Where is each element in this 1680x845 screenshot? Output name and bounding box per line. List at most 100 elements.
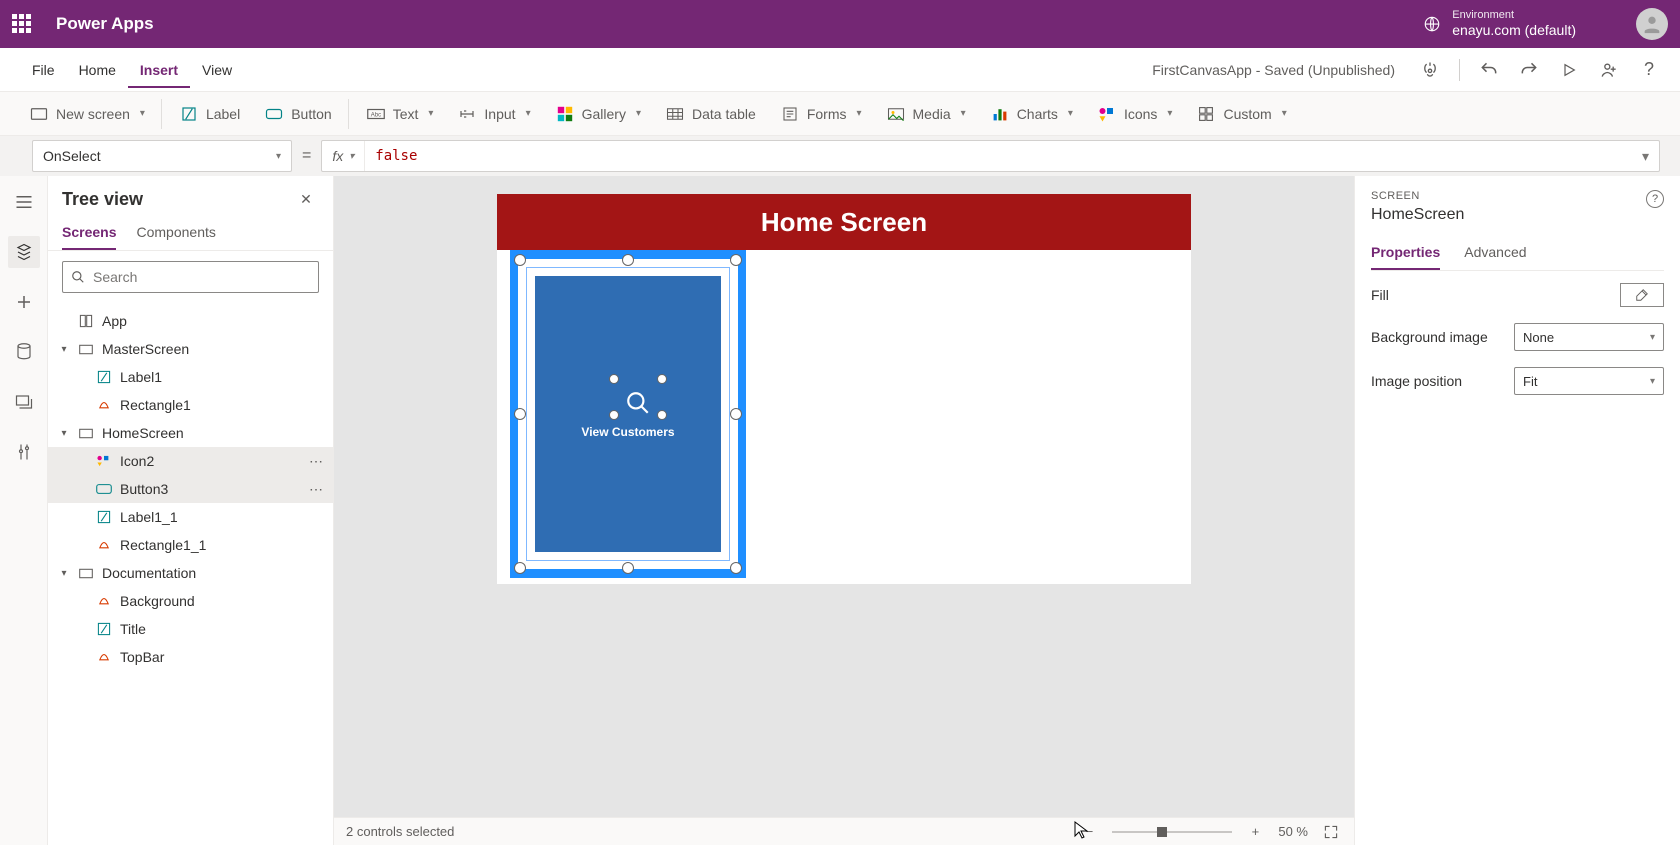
insert-text-button[interactable]: Abc Text▾	[357, 99, 445, 129]
menu-view[interactable]: View	[190, 52, 244, 88]
tools-icon[interactable]	[8, 436, 40, 468]
chevron-down-icon: ▾	[276, 151, 281, 162]
insert-gallery-label: Gallery	[582, 106, 626, 122]
more-icon[interactable]: ⋯	[309, 481, 323, 498]
screen-node-icon	[78, 341, 94, 357]
hamburger-icon[interactable]	[8, 186, 40, 218]
tree-view-icon[interactable]	[8, 236, 40, 268]
data-icon[interactable]	[8, 336, 40, 368]
tree-list: App ▾ MasterScreen Label1 Rectangle1 ▾ H…	[48, 303, 333, 845]
screen-header[interactable]: Home Screen	[497, 194, 1191, 250]
help-icon[interactable]: ?	[1638, 59, 1660, 81]
status-bar: 2 controls selected − + 50 %	[334, 817, 1354, 845]
canvas-screen[interactable]: Home Screen	[497, 194, 1191, 584]
panel-help-icon[interactable]: ?	[1646, 190, 1664, 208]
insert-ribbon: New screen▾ Label Button Abc Text▾ Input…	[0, 92, 1680, 136]
play-icon[interactable]	[1558, 59, 1580, 81]
bgimage-select[interactable]: None▾	[1514, 323, 1664, 351]
tree-node-label: Label1_1	[120, 509, 178, 525]
app-checker-icon[interactable]	[1419, 59, 1441, 81]
fill-color-picker[interactable]	[1620, 283, 1664, 307]
shape-node-icon	[96, 537, 112, 553]
shape-node-icon	[96, 649, 112, 665]
tree-node-title[interactable]: Title	[48, 615, 333, 643]
insert-icons-button[interactable]: Icons▾	[1088, 99, 1184, 129]
tab-components[interactable]: Components	[136, 216, 215, 250]
tree-node-button3[interactable]: Button3 ⋯	[48, 475, 333, 503]
tree-node-topbar[interactable]: TopBar	[48, 643, 333, 671]
tree-node-label: Title	[120, 621, 146, 637]
new-screen-button[interactable]: New screen▾	[20, 99, 162, 129]
insert-gallery-button[interactable]: Gallery▾	[546, 99, 652, 129]
tab-screens[interactable]: Screens	[62, 216, 116, 250]
form-icon	[781, 105, 799, 123]
text-icon: Abc	[367, 105, 385, 123]
add-icon[interactable]	[8, 286, 40, 318]
selection-icon2[interactable]	[613, 378, 663, 416]
fx-button[interactable]: fx▾	[322, 141, 365, 171]
tab-advanced[interactable]: Advanced	[1464, 236, 1526, 270]
property-selector[interactable]: OnSelect ▾	[32, 140, 292, 172]
canvas-area: Home Screen	[334, 176, 1354, 845]
user-avatar[interactable]	[1636, 8, 1668, 40]
share-icon[interactable]	[1598, 59, 1620, 81]
insert-charts-button[interactable]: Charts▾	[981, 99, 1084, 129]
insert-media-button[interactable]: Media▾	[877, 99, 977, 129]
caret-icon[interactable]: ▾	[58, 428, 70, 439]
close-panel-icon[interactable]: ✕	[295, 188, 317, 210]
tree-node-homescreen[interactable]: ▾ HomeScreen	[48, 419, 333, 447]
tree-node-rectangle1-1[interactable]: Rectangle1_1	[48, 531, 333, 559]
canvas-button3[interactable]: View Customers	[535, 276, 721, 552]
menu-file[interactable]: File	[20, 52, 67, 88]
zoom-out-icon[interactable]: −	[1078, 821, 1100, 843]
media-rail-icon[interactable]	[8, 386, 40, 418]
insert-forms-button[interactable]: Forms▾	[771, 99, 873, 129]
insert-media-label: Media	[913, 106, 951, 122]
tab-properties[interactable]: Properties	[1371, 236, 1440, 270]
tree-node-label1[interactable]: Label1	[48, 363, 333, 391]
imgpos-select[interactable]: Fit▾	[1514, 367, 1664, 395]
label-icon	[180, 105, 198, 123]
insert-button-text: Button	[291, 106, 331, 122]
tree-node-documentation[interactable]: ▾ Documentation	[48, 559, 333, 587]
shape-node-icon	[96, 593, 112, 609]
zoom-slider[interactable]	[1112, 831, 1232, 833]
app-launcher-icon[interactable]	[12, 14, 32, 34]
insert-button-button[interactable]: Button	[255, 99, 348, 129]
globe-icon	[1422, 14, 1442, 34]
redo-icon[interactable]	[1518, 59, 1540, 81]
tree-node-rectangle1[interactable]: Rectangle1	[48, 391, 333, 419]
gallery-icon	[556, 105, 574, 123]
insert-input-button[interactable]: Input▾	[448, 99, 541, 129]
expand-formula-icon[interactable]: ▾	[1632, 148, 1659, 165]
caret-icon[interactable]: ▾	[58, 568, 70, 579]
input-icon	[458, 105, 476, 123]
insert-custom-button[interactable]: Custom▾	[1187, 99, 1297, 129]
menu-home[interactable]: Home	[67, 52, 128, 88]
insert-label-button[interactable]: Label	[170, 99, 251, 129]
zoom-in-icon[interactable]: +	[1244, 821, 1266, 843]
icon-node-icon	[96, 453, 112, 469]
label-node-icon	[96, 621, 112, 637]
tree-node-masterscreen[interactable]: ▾ MasterScreen	[48, 335, 333, 363]
tree-node-label1-1[interactable]: Label1_1	[48, 503, 333, 531]
tree-view-panel: Tree view ✕ Screens Components Search Ap…	[48, 176, 334, 845]
formula-input[interactable]: false	[365, 141, 1632, 171]
environment-picker[interactable]: Environment enayu.com (default)	[1422, 9, 1576, 39]
table-icon	[666, 105, 684, 123]
caret-icon[interactable]: ▾	[58, 344, 70, 355]
fit-screen-icon[interactable]	[1320, 821, 1342, 843]
insert-datatable-button[interactable]: Data table	[656, 99, 767, 129]
tree-node-icon2[interactable]: Icon2 ⋯	[48, 447, 333, 475]
selection-outer[interactable]: View Customers	[510, 250, 746, 578]
menu-insert[interactable]: Insert	[128, 52, 190, 88]
icons-icon	[1098, 105, 1116, 123]
tree-node-label: Rectangle1_1	[120, 537, 206, 553]
more-icon[interactable]: ⋯	[309, 453, 323, 470]
undo-icon[interactable]	[1478, 59, 1500, 81]
tree-node-app[interactable]: App	[48, 307, 333, 335]
tree-node-background[interactable]: Background	[48, 587, 333, 615]
insert-icons-label: Icons	[1124, 106, 1157, 122]
insert-datatable-label: Data table	[692, 106, 756, 122]
tree-search-input[interactable]: Search	[62, 261, 319, 293]
